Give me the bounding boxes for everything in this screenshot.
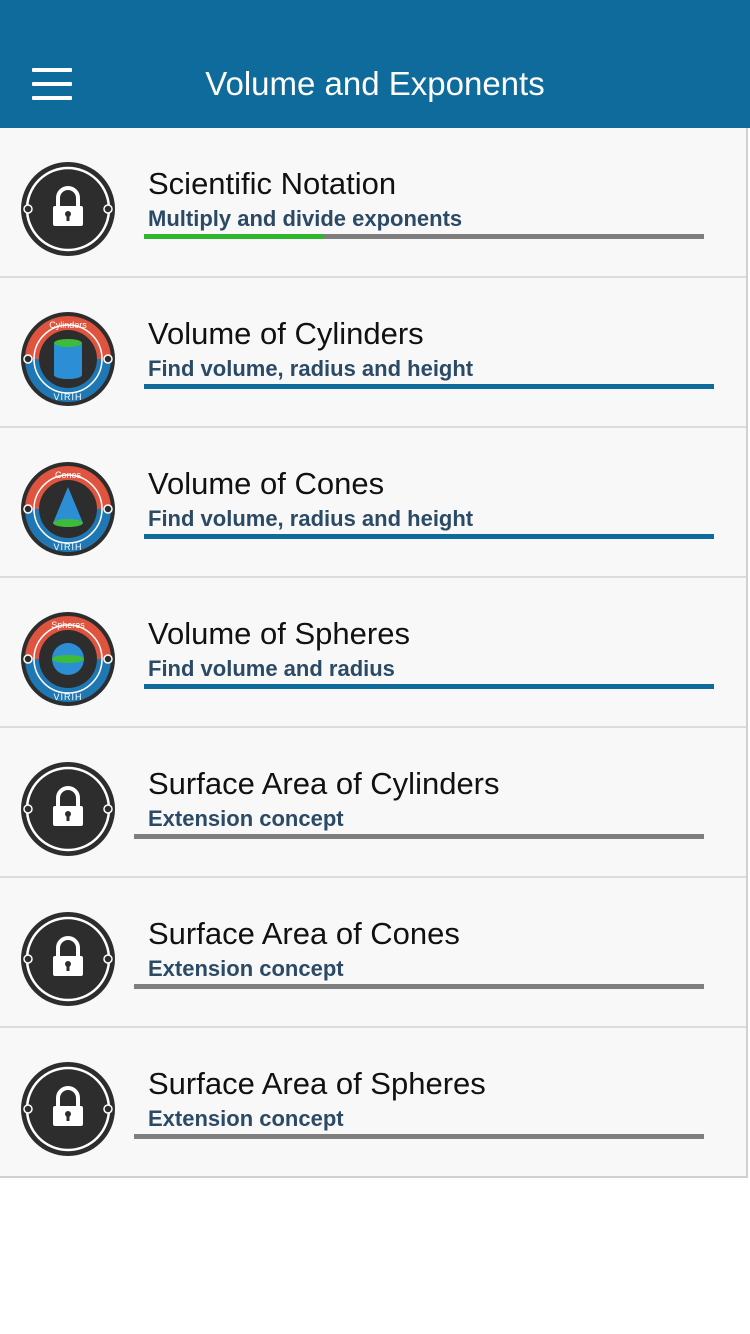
lesson-subtitle: Find volume and radius [148, 656, 395, 681]
badge-label: Cylinders [49, 320, 87, 330]
lesson-subtitle: Find volume, radius and height [148, 356, 474, 381]
cone-badge-icon: Cones VIRIH [21, 462, 115, 556]
progress-bar [134, 984, 704, 989]
lesson-item-scientific-notation[interactable]: Scientific Notation Multiply and divide … [0, 128, 746, 278]
lesson-subtitle: Extension concept [148, 1106, 344, 1131]
lesson-title: Volume of Cylinders [148, 316, 424, 351]
progress-bar [144, 534, 714, 539]
lesson-title: Surface Area of Cylinders [148, 766, 500, 801]
lesson-title: Volume of Spheres [148, 616, 410, 651]
lock-icon [21, 912, 115, 1006]
lock-icon [21, 762, 115, 856]
page-title: Volume and Exponents [205, 65, 545, 102]
progress-bar [134, 1134, 704, 1139]
lesson-item-volume-of-spheres[interactable]: Spheres VIRIH Volume of Spheres Find volu… [0, 578, 746, 728]
app-header: Volume and Exponents [0, 0, 750, 128]
cylinder-badge-icon: Cylinders VIRIH [21, 312, 115, 406]
lesson-subtitle: Multiply and divide exponents [148, 206, 463, 231]
sphere-badge-icon: Spheres VIRIH [21, 612, 115, 706]
badge-footer: VIRIH [53, 542, 82, 552]
lesson-subtitle: Extension concept [148, 956, 344, 981]
lesson-item-surface-area-cylinders[interactable]: Surface Area of Cylinders Extension conc… [0, 728, 746, 878]
lesson-item-surface-area-spheres[interactable]: Surface Area of Spheres Extension concep… [0, 1028, 746, 1176]
badge-label: Cones [55, 470, 82, 480]
lock-icon [21, 162, 115, 256]
lesson-item-surface-area-cones[interactable]: Surface Area of Cones Extension concept [0, 878, 746, 1028]
progress-bar [144, 234, 704, 239]
badge-footer: VIRIH [53, 692, 82, 702]
lock-icon [21, 1062, 115, 1156]
badge-label: Spheres [51, 620, 85, 630]
badge-footer: VIRIH [53, 392, 82, 402]
lesson-list: Scientific Notation Multiply and divide … [0, 128, 748, 1178]
lesson-title: Surface Area of Cones [148, 916, 460, 951]
lesson-subtitle: Extension concept [148, 806, 344, 831]
lesson-title: Volume of Cones [148, 466, 385, 501]
progress-bar [134, 834, 704, 839]
lesson-subtitle: Find volume, radius and height [148, 506, 474, 531]
lesson-item-volume-of-cylinders[interactable]: Cylinders VIRIH Volume of Cylinders Find … [0, 278, 746, 428]
lesson-item-volume-of-cones[interactable]: Cones VIRIH Volume of Cones Find volume, … [0, 428, 746, 578]
progress-fill [144, 234, 324, 239]
progress-bar [144, 384, 714, 389]
progress-bar [144, 684, 714, 689]
lesson-title: Scientific Notation [148, 166, 397, 201]
lesson-title: Surface Area of Spheres [148, 1066, 486, 1101]
